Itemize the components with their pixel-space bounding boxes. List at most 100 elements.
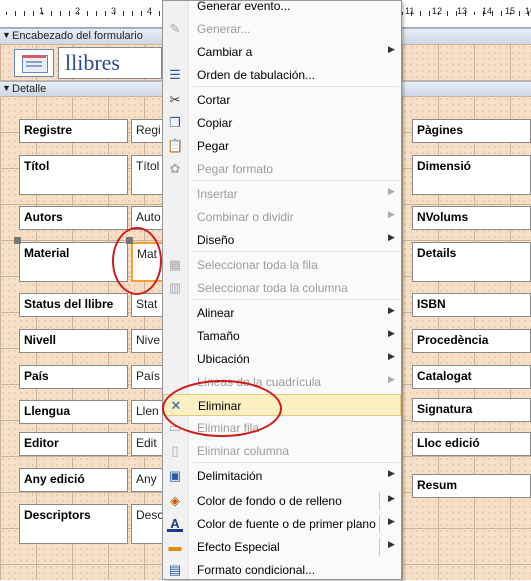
label-autors[interactable]: Autors <box>19 206 128 230</box>
submenu-arrow-icon: ▶ <box>388 232 395 242</box>
label-descriptors[interactable]: Descriptors <box>19 504 128 544</box>
ruler-tick <box>447 11 448 16</box>
label-details[interactable]: Details <box>412 242 531 282</box>
submenu-arrow-icon: ▶ <box>388 516 395 526</box>
context-menu[interactable]: Generar evento... ✎ Generar... Cambiar a ▶ ☰ O… <box>162 0 402 580</box>
menu-item-ubicación[interactable]: Ubicación ▶ <box>163 348 401 370</box>
submenu-arrow-icon: ▶ <box>388 209 395 219</box>
section-arrow-icon: ▼ <box>2 83 11 93</box>
ruler-tick <box>492 11 493 16</box>
label-resum[interactable]: Resum <box>412 474 531 498</box>
label-procedencia[interactable]: Procedència <box>412 329 531 353</box>
select-row-icon: ▦ <box>168 257 182 272</box>
wand-icon: ✎ <box>169 21 181 36</box>
label-lloc-edicio[interactable]: Lloc edició <box>412 432 531 456</box>
label-llengua[interactable]: Llengua <box>19 400 128 424</box>
ruler-tick <box>24 11 25 16</box>
ruler-tick <box>60 11 61 16</box>
ruler-number: 3 <box>111 6 117 16</box>
ruler-tick <box>51 11 52 16</box>
menu-item-pegar[interactable]: 📋 Pegar <box>163 135 401 157</box>
menu-item-delimitación[interactable]: ▣ Delimitación ▶ <box>163 465 401 487</box>
submenu-arrow-icon: ▶ <box>388 305 395 315</box>
menu-item-label: Generar... <box>197 22 251 36</box>
section-detail-label: Detalle <box>12 83 47 95</box>
menu-item-label: Cambiar a <box>197 45 253 59</box>
menu-item-seleccionar-toda-la-columna[interactable]: ▥ Seleccionar toda la columna <box>163 277 401 299</box>
menu-item-label: Orden de tabulación... <box>197 68 316 82</box>
section-arrow-icon: ▼ <box>2 30 11 40</box>
menu-item-cambiar-a[interactable]: Cambiar a ▶ <box>163 41 401 63</box>
menu-item-label: Delimitación <box>197 469 263 483</box>
menu-separator <box>193 299 399 300</box>
submenu-arrow-icon: ▶ <box>388 493 395 503</box>
menu-item-tamaño[interactable]: Tamaño ▶ <box>163 325 401 347</box>
ruler-number: 16 <box>525 6 531 16</box>
menu-item-orden-de-tabulación[interactable]: ☰ Orden de tabulación... <box>163 64 401 86</box>
menu-item-cortar[interactable]: ✂ Cortar <box>163 89 401 111</box>
tab-order-icon: ☰ <box>169 67 181 82</box>
menu-item-label: Eliminar columna <box>197 444 290 458</box>
ruler-number: 12 <box>432 6 443 16</box>
label-editor[interactable]: Editor <box>19 432 128 456</box>
submenu-arrow-icon: ▶ <box>388 539 395 549</box>
label-dimensio[interactable]: Dimensió <box>412 155 531 195</box>
scissors-icon: ✂ <box>169 92 181 107</box>
label-nvolums[interactable]: NVolums <box>412 206 531 230</box>
ruler-tick <box>105 11 106 16</box>
label-nivell[interactable]: Nivell <box>19 329 128 353</box>
ruler-tick <box>132 11 133 16</box>
split-divider <box>379 538 380 556</box>
ruler-tick <box>474 12 475 15</box>
menu-item-efecto-especial[interactable]: ▬ Efecto Especial ▶ <box>163 536 401 558</box>
label-titol[interactable]: Títol <box>19 155 128 195</box>
menu-item-formato-condicional[interactable]: ▤ Formato condicional... <box>163 559 401 581</box>
ruler-tick <box>519 11 520 16</box>
menu-item-label: Efecto Especial <box>197 540 280 554</box>
label-registre[interactable]: Registre <box>19 119 128 143</box>
ruler-tick <box>33 11 34 16</box>
menu-item-color-de-fondo-o-de-relleno[interactable]: ◈ Color de fondo o de relleno ▶ <box>163 490 401 512</box>
menu-item-seleccionar-toda-la-fila[interactable]: ▦ Seleccionar toda la fila <box>163 254 401 276</box>
label-signatura[interactable]: Signatura <box>412 398 531 422</box>
menu-item-label: Color de fondo o de relleno <box>197 494 342 508</box>
menu-item-pegar-formato[interactable]: ✿ Pegar formato <box>163 158 401 180</box>
menu-item-insertar[interactable]: Insertar ▶ <box>163 183 401 205</box>
submenu-arrow-icon: ▶ <box>388 328 395 338</box>
menu-item-alinear[interactable]: Alinear ▶ <box>163 302 401 324</box>
annotation-circle-material <box>112 227 162 295</box>
ruler-tick <box>69 11 70 16</box>
menu-item-label: Cortar <box>197 93 231 107</box>
menu-item-label: Alinear <box>197 306 235 320</box>
select-column-icon: ▥ <box>168 280 182 295</box>
menu-separator <box>193 180 399 181</box>
menu-item-copiar[interactable]: ❐ Copiar <box>163 112 401 134</box>
menu-item-combinar-o-dividir[interactable]: Combinar o dividir ▶ <box>163 206 401 228</box>
font-color-icon: A <box>167 516 183 532</box>
label-pais[interactable]: País <box>19 365 128 389</box>
menu-item-diseño[interactable]: Diseño ▶ <box>163 229 401 251</box>
label-catalogat[interactable]: Catalogat <box>412 365 531 389</box>
ruler-tick <box>15 11 16 16</box>
label-any-edicio[interactable]: Any edició <box>19 468 128 492</box>
section-header-label: Encabezado del formulario <box>12 30 143 42</box>
menu-item-label: Seleccionar toda la columna <box>197 281 348 295</box>
label-pagines[interactable]: Pàgines <box>412 119 531 143</box>
label-status[interactable]: Status del llibre <box>19 293 128 317</box>
menu-item-label: Combinar o dividir <box>197 210 294 224</box>
submenu-arrow-icon: ▶ <box>388 44 395 54</box>
header-title-label[interactable]: llibres <box>58 47 162 79</box>
menu-item-generar-evento[interactable]: Generar evento... <box>163 0 401 17</box>
label-isbn[interactable]: ISBN <box>412 293 531 317</box>
form-icon[interactable] <box>14 49 54 77</box>
header-grid-right[interactable] <box>402 44 531 81</box>
menu-item-color-de-fuente-o-de-primer-plano[interactable]: A Color de fuente o de primer plano ▶ <box>163 513 401 535</box>
menu-item-label: Color de fuente o de primer plano <box>197 517 376 531</box>
menu-item-generar[interactable]: ✎ Generar... <box>163 18 401 40</box>
menu-item-eliminar-columna[interactable]: ▯ Eliminar columna <box>163 440 401 462</box>
menu-item-label: Formato condicional... <box>197 563 316 577</box>
submenu-arrow-icon: ▶ <box>388 374 395 384</box>
submenu-arrow-icon: ▶ <box>388 468 395 478</box>
move-handle[interactable] <box>14 237 21 244</box>
menu-item-label: Copiar <box>197 116 233 130</box>
